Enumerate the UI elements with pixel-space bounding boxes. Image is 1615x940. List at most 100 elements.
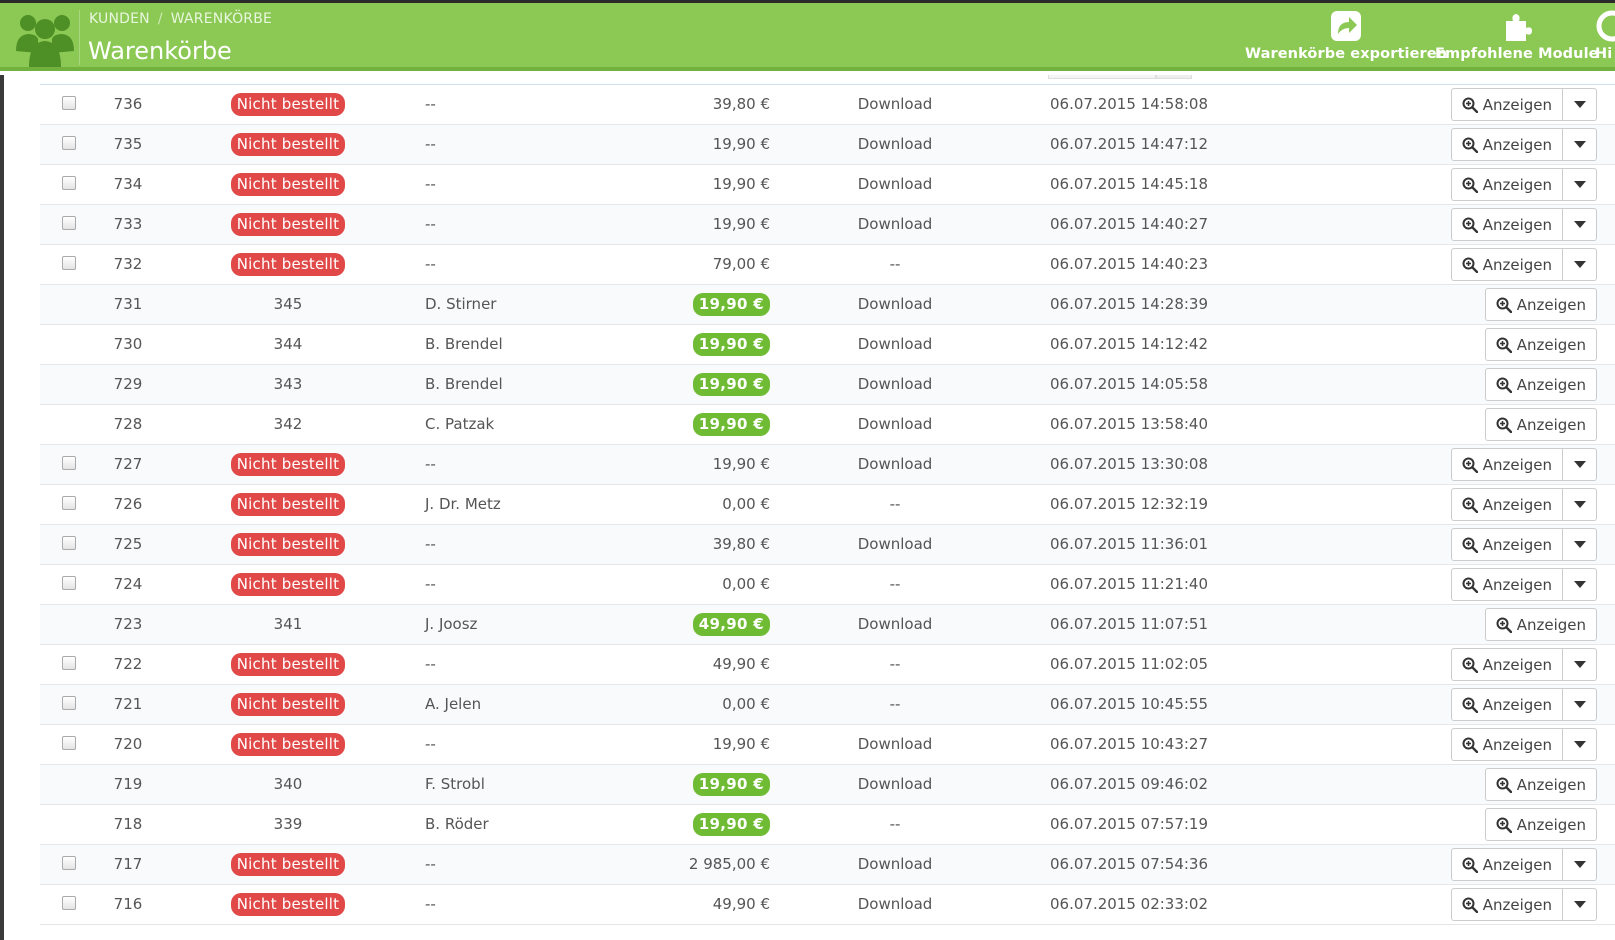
row-select-checkbox[interactable] bbox=[62, 696, 76, 710]
zoom-in-icon bbox=[1496, 617, 1512, 633]
view-button[interactable]: Anzeigen bbox=[1450, 248, 1563, 281]
row-actions-dropdown-toggle[interactable] bbox=[1563, 208, 1597, 241]
order-id: 345 bbox=[273, 295, 303, 313]
not-ordered-badge: Nicht bestellt bbox=[230, 533, 346, 556]
view-button[interactable]: Anzeigen bbox=[1484, 288, 1597, 321]
view-button[interactable]: Anzeigen bbox=[1484, 368, 1597, 401]
view-button[interactable]: Anzeigen bbox=[1450, 688, 1563, 721]
row-select-checkbox[interactable] bbox=[62, 656, 76, 670]
customer-name: -- bbox=[425, 855, 436, 873]
row-select-checkbox[interactable] bbox=[62, 736, 76, 750]
row-select-checkbox[interactable] bbox=[62, 176, 76, 190]
caret-down-icon bbox=[1573, 141, 1586, 148]
cart-id: 724 bbox=[113, 575, 143, 593]
row-actions: Anzeigen bbox=[1484, 368, 1597, 401]
row-actions-dropdown-toggle[interactable] bbox=[1563, 248, 1597, 281]
row-select-checkbox[interactable] bbox=[62, 256, 76, 270]
view-button-label: Anzeigen bbox=[1482, 255, 1552, 274]
view-button[interactable]: Anzeigen bbox=[1484, 608, 1597, 641]
breadcrumb-item-kunden[interactable]: KUNDEN bbox=[89, 11, 150, 27]
row-select-checkbox[interactable] bbox=[62, 896, 76, 910]
cart-date: 06.07.2015 14:12:42 bbox=[1050, 335, 1209, 353]
carrier: Download bbox=[857, 455, 933, 473]
view-button[interactable]: Anzeigen bbox=[1484, 768, 1597, 801]
zoom-in-icon bbox=[1496, 817, 1512, 833]
view-button[interactable]: Anzeigen bbox=[1450, 848, 1563, 881]
row-actions-dropdown-toggle[interactable] bbox=[1563, 568, 1597, 601]
row-select-checkbox[interactable] bbox=[62, 536, 76, 550]
order-status-cell: Nicht bestellt bbox=[228, 885, 348, 924]
breadcrumb-item-warenkoerbe[interactable]: WARENKÖRBE bbox=[171, 11, 272, 27]
row-actions-dropdown-toggle[interactable] bbox=[1563, 448, 1597, 481]
zoom-in-icon bbox=[1462, 97, 1478, 113]
zoom-in-icon bbox=[1462, 137, 1478, 153]
customer-name: B. Brendel bbox=[425, 335, 503, 353]
view-button-label: Anzeigen bbox=[1516, 615, 1586, 634]
view-button[interactable]: Anzeigen bbox=[1450, 448, 1563, 481]
customer-name: F. Strobl bbox=[425, 775, 485, 793]
total-amount: 49,90 € bbox=[712, 655, 770, 673]
table-row: 722 Nicht bestellt -- 49,90 € -- 06.07.2015 1… bbox=[40, 645, 1615, 685]
order-id: 344 bbox=[273, 335, 303, 353]
order-status-cell: Nicht bestellt bbox=[228, 165, 348, 204]
cart-id: 729 bbox=[113, 375, 143, 393]
row-actions-dropdown-toggle[interactable] bbox=[1563, 488, 1597, 521]
table-row: 727 Nicht bestellt -- 19,90 € Download 06.07.… bbox=[40, 445, 1615, 485]
view-button-label: Anzeigen bbox=[1482, 215, 1552, 234]
row-actions-dropdown-toggle[interactable] bbox=[1563, 528, 1597, 561]
view-button[interactable]: Anzeigen bbox=[1450, 888, 1563, 921]
row-select-checkbox[interactable] bbox=[62, 216, 76, 230]
customer-name: J. Dr. Metz bbox=[425, 495, 501, 513]
view-button[interactable]: Anzeigen bbox=[1484, 808, 1597, 841]
carrier: -- bbox=[889, 255, 901, 273]
row-select-checkbox[interactable] bbox=[62, 136, 76, 150]
view-button[interactable]: Anzeigen bbox=[1450, 568, 1563, 601]
view-button[interactable]: Anzeigen bbox=[1450, 128, 1563, 161]
carrier: Download bbox=[857, 735, 933, 753]
view-button[interactable]: Anzeigen bbox=[1450, 88, 1563, 121]
row-actions-dropdown-toggle[interactable] bbox=[1563, 648, 1597, 681]
row-select-checkbox[interactable] bbox=[62, 456, 76, 470]
row-actions: Anzeigen bbox=[1450, 888, 1597, 921]
zoom-in-icon bbox=[1462, 537, 1478, 553]
row-actions-dropdown-toggle[interactable] bbox=[1563, 688, 1597, 721]
carrier: Download bbox=[857, 175, 933, 193]
view-button[interactable]: Anzeigen bbox=[1450, 168, 1563, 201]
cart-id: 726 bbox=[113, 495, 143, 513]
row-actions: Anzeigen bbox=[1450, 488, 1597, 521]
row-actions-dropdown-toggle[interactable] bbox=[1563, 848, 1597, 881]
zoom-in-icon bbox=[1462, 457, 1478, 473]
recommended-modules-label: Empfohlene Module bbox=[1435, 46, 1599, 62]
row-select-checkbox[interactable] bbox=[62, 96, 76, 110]
row-select-checkbox[interactable] bbox=[62, 856, 76, 870]
view-button[interactable]: Anzeigen bbox=[1450, 728, 1563, 761]
view-button[interactable]: Anzeigen bbox=[1450, 488, 1563, 521]
row-actions-dropdown-toggle[interactable] bbox=[1563, 728, 1597, 761]
row-actions-dropdown-toggle[interactable] bbox=[1563, 128, 1597, 161]
carrier: Download bbox=[857, 335, 933, 353]
cart-id: 722 bbox=[113, 655, 143, 673]
zoom-in-icon bbox=[1496, 337, 1512, 353]
row-actions-dropdown-toggle[interactable] bbox=[1563, 888, 1597, 921]
order-id: 341 bbox=[273, 615, 303, 633]
recommended-modules-button[interactable]: Empfohlene Module bbox=[1435, 9, 1599, 67]
view-button[interactable]: Anzeigen bbox=[1484, 408, 1597, 441]
view-button[interactable]: Anzeigen bbox=[1484, 328, 1597, 361]
view-button-label: Anzeigen bbox=[1516, 295, 1586, 314]
help-button[interactable]: Hi bbox=[1595, 9, 1615, 67]
table-row: 720 Nicht bestellt -- 19,90 € Download 06.07.… bbox=[40, 725, 1615, 765]
row-actions-dropdown-toggle[interactable] bbox=[1563, 88, 1597, 121]
view-button[interactable]: Anzeigen bbox=[1450, 528, 1563, 561]
view-button[interactable]: Anzeigen bbox=[1450, 208, 1563, 241]
view-button[interactable]: Anzeigen bbox=[1450, 648, 1563, 681]
total-paid-badge: 19,90 € bbox=[692, 293, 770, 316]
header-divider bbox=[79, 10, 80, 65]
row-select-checkbox[interactable] bbox=[62, 576, 76, 590]
row-select-checkbox[interactable] bbox=[62, 496, 76, 510]
row-actions: Anzeigen bbox=[1484, 808, 1597, 841]
export-carts-button[interactable]: Warenkörbe exportieren bbox=[1245, 9, 1447, 67]
order-id: 343 bbox=[273, 375, 303, 393]
caret-down-icon bbox=[1573, 501, 1586, 508]
row-actions-dropdown-toggle[interactable] bbox=[1563, 168, 1597, 201]
total-amount: 79,00 € bbox=[712, 255, 770, 273]
